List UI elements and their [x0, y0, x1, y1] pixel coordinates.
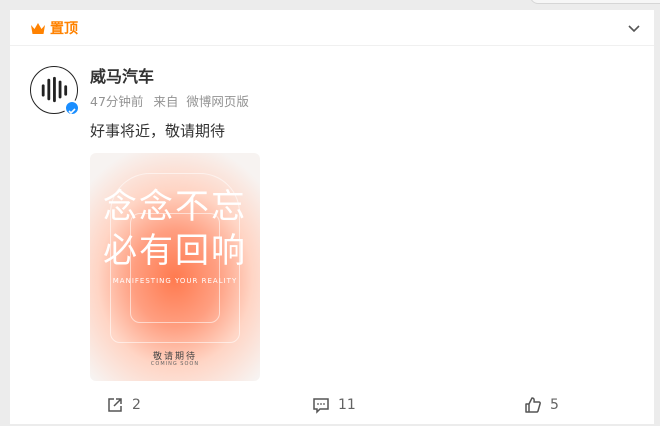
like-count: 5	[550, 397, 559, 413]
crown-icon	[31, 23, 45, 34]
poster-headline-1: 念念不忘	[103, 187, 247, 227]
action-bar: 2 11 5	[10, 390, 654, 420]
verified-badge-icon	[64, 100, 80, 116]
post-meta: 47分钟前 来自 微博网页版	[90, 94, 255, 110]
post-time[interactable]: 47分钟前	[90, 94, 143, 109]
author-name[interactable]: 威马汽车	[90, 67, 154, 87]
post-text: 好事将近，敬请期待	[90, 122, 226, 140]
post-source: 微博网页版	[186, 94, 249, 109]
poster-headline-2: 必有回响	[103, 231, 247, 271]
top-search-pill[interactable]	[530, 0, 660, 4]
share-icon	[108, 398, 122, 412]
poster-subtitle: MANIFESTING YOUR REALITY	[112, 277, 238, 285]
source-prefix: 来自	[153, 94, 179, 109]
post-card: 置顶 威马汽车 47分钟前 来自 微博网页版 好事将近，敬请期待 念念不忘 必有…	[10, 10, 654, 424]
comment-button[interactable]: 11	[312, 394, 356, 416]
share-button[interactable]: 2	[106, 394, 141, 416]
pinned-header: 置顶	[10, 10, 654, 46]
chevron-down-icon[interactable]	[628, 22, 640, 34]
share-count: 2	[132, 397, 141, 413]
pinned-label: 置顶	[50, 21, 78, 37]
weibo-page: 置顶 威马汽车 47分钟前 来自 微博网页版 好事将近，敬请期待 念念不忘 必有…	[0, 0, 660, 426]
comment-count: 11	[338, 397, 356, 413]
like-button[interactable]: 5	[524, 394, 559, 416]
thumbs-up-icon	[525, 397, 541, 413]
poster-footer-en: COMING SOON	[150, 361, 200, 367]
post-image[interactable]: 念念不忘 必有回响 MANIFESTING YOUR REALITY 敬请期待 …	[90, 153, 260, 381]
comment-icon	[313, 398, 329, 414]
